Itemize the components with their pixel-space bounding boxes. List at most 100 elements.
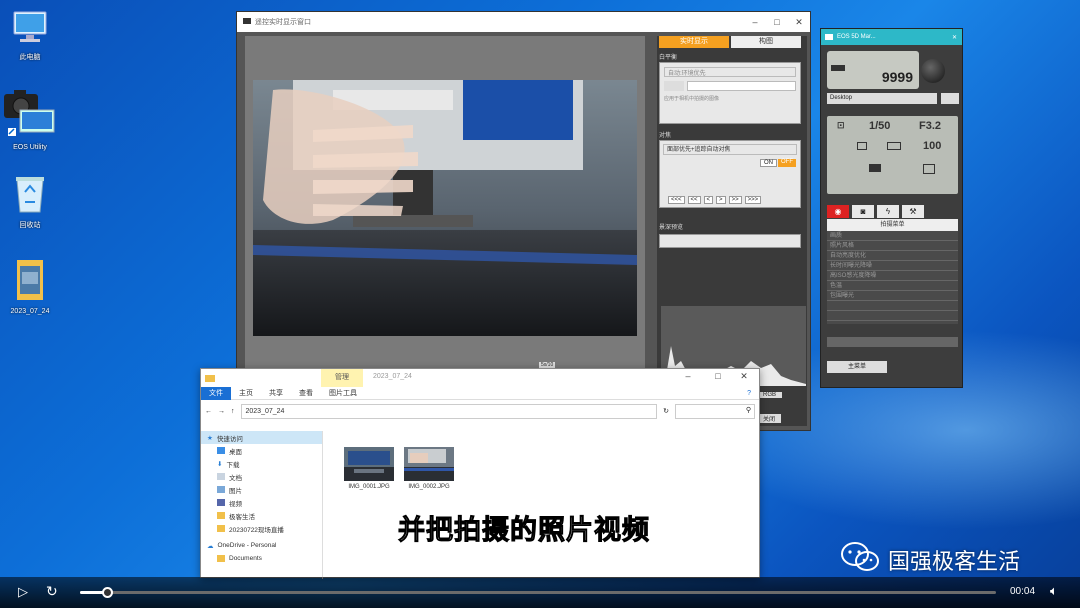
nav-label: OneDrive - Personal [217, 542, 277, 549]
iso-value[interactable]: 100 [923, 140, 941, 152]
nav-folder[interactable]: 20230722现场直播 [201, 522, 322, 535]
live-view-titlebar: 遥控实时显示窗口 – □ ✕ [237, 12, 810, 32]
white-balance-panel: 自动:环境优先 应用于相机中拍摄的图像 [659, 62, 801, 124]
focus-nav-button[interactable]: < [703, 196, 714, 204]
menu-row[interactable]: 照片风格 [827, 241, 958, 251]
aperture[interactable]: F3.2 [919, 120, 941, 132]
eos-close-icon[interactable]: ✕ [947, 34, 962, 41]
menu-row[interactable] [827, 311, 958, 321]
refresh-icon[interactable]: ↻ [663, 407, 669, 415]
maximize-button[interactable]: □ [707, 371, 729, 381]
eyedropper-icon[interactable] [664, 81, 684, 91]
menu-title: 拍摄菜单 [827, 219, 958, 231]
drive-mode-icon[interactable] [887, 142, 901, 150]
main-menu-button[interactable]: 主菜单 [827, 361, 887, 373]
nav-onedrive[interactable]: ☁ OneDrive - Personal [201, 539, 322, 552]
tab-flash-icon[interactable]: ϟ [877, 205, 899, 218]
back-arrow-icon[interactable]: ← [205, 408, 212, 415]
focus-nav-button[interactable]: > [716, 196, 726, 204]
minimize-button[interactable]: – [677, 371, 699, 381]
menu-row[interactable]: 色温 [827, 281, 958, 291]
replay-icon[interactable]: ↻ [46, 583, 58, 600]
nav-label: 极客生活 [229, 513, 255, 521]
nav-folder[interactable]: 极客生活 [201, 509, 322, 522]
metering-icon[interactable] [857, 142, 867, 150]
mode-dial-icon[interactable] [921, 59, 945, 83]
menu-row[interactable]: 长时间曝光降噪 [827, 261, 958, 271]
pc-transfer-icon[interactable] [923, 164, 935, 174]
star-icon: ★ [207, 434, 213, 442]
close-button[interactable]: ✕ [788, 17, 810, 28]
nav-desktop[interactable]: 桌面 [201, 444, 322, 457]
forward-arrow-icon[interactable]: → [218, 408, 225, 415]
focus-nav-button[interactable]: >>> [744, 196, 762, 204]
video-subtitle: 并把拍摄的照片视频 [398, 515, 650, 547]
manage-tab[interactable]: 管理 [321, 369, 363, 387]
address-bar[interactable]: 2023_07_24 [240, 403, 658, 419]
play-icon[interactable]: ▷ [18, 584, 28, 600]
nav-quick-access[interactable]: ★ 快速访问 [201, 431, 322, 444]
search-icon: ⚲ [745, 406, 751, 414]
menu-row[interactable] [827, 301, 958, 311]
live-view-area[interactable] [245, 36, 645, 376]
wb-checkbox-label[interactable]: 应用于相机中拍摄的图像 [664, 95, 796, 102]
live-view-close-button[interactable]: 关闭 [757, 414, 782, 423]
desktop-icon [217, 447, 225, 454]
nav-label: 视频 [229, 500, 242, 508]
quality-icon[interactable] [869, 164, 881, 172]
nav-downloads[interactable]: ⬇ 下载 [201, 457, 322, 470]
menu-row[interactable]: 高ISO感光度降噪 [827, 271, 958, 281]
menu-row[interactable]: 包围曝光 [827, 291, 958, 301]
help-icon[interactable]: ? [739, 390, 759, 397]
wb-select[interactable]: 自动:环境优先 [664, 67, 796, 77]
focus-mode-select[interactable]: 面部优先+追踪自动对焦 [663, 144, 797, 155]
ribbon-tab-home[interactable]: 主页 [231, 388, 261, 398]
depth-preview-panel[interactable] [659, 234, 801, 248]
close-button[interactable]: ✕ [733, 371, 755, 382]
tab-live-view[interactable]: 实时显示 [659, 36, 729, 48]
search-input[interactable]: ⚲ [675, 403, 755, 419]
af-on-button[interactable]: ON [760, 159, 777, 167]
video-icon [217, 499, 225, 506]
focus-nav-button[interactable]: >> [728, 196, 742, 204]
ribbon-tab-share[interactable]: 共享 [261, 388, 291, 398]
nav-videos[interactable]: 视频 [201, 496, 322, 509]
destination-select[interactable]: Desktop [827, 93, 937, 104]
histogram-rgb-button[interactable]: RGB [757, 392, 783, 398]
menu-row[interactable]: 自动亮度优化 [827, 251, 958, 261]
focus-nav-button[interactable]: << [687, 196, 701, 204]
focus-nav-button[interactable]: <<< [668, 196, 685, 204]
af-off-button[interactable]: OFF [778, 159, 796, 167]
minimize-button[interactable]: – [744, 17, 766, 27]
ribbon-tab-view[interactable]: 查看 [291, 388, 321, 398]
seek-bar[interactable] [80, 587, 996, 598]
desktop-icon-eos-utility[interactable]: EOS Utility [0, 88, 60, 151]
seek-handle[interactable] [102, 587, 114, 598]
shutter-speed[interactable]: 1/50 [869, 120, 890, 132]
menu-row[interactable]: 画质 [827, 231, 958, 241]
volume-icon[interactable]: 🔈︎ [1050, 583, 1058, 599]
wb-input[interactable] [687, 81, 796, 91]
tab-camera-settings-icon[interactable]: ◙ [852, 205, 874, 218]
nav-onedrive-documents[interactable]: Documents [201, 552, 322, 565]
up-arrow-icon[interactable]: ↑ [231, 408, 235, 415]
tab-shooting-icon[interactable]: ◉ [827, 205, 849, 218]
current-time: 00:04 [1010, 586, 1036, 597]
nav-documents[interactable]: 文档 [201, 470, 322, 483]
maximize-button[interactable]: □ [766, 17, 788, 27]
nav-pictures[interactable]: 图片 [201, 483, 322, 496]
section-depth-preview: 景深预览 [659, 225, 684, 231]
tab-composition[interactable]: 构图 [731, 36, 801, 48]
desktop-icon-this-pc[interactable]: 此电脑 [0, 10, 60, 62]
tab-tools-icon[interactable]: ⚒ [902, 205, 924, 218]
folder-icon [217, 512, 225, 519]
mode-icon[interactable]: ⊡ [837, 120, 845, 131]
file-item[interactable]: IMG_0001.JPG [343, 447, 395, 490]
battery-icon [831, 65, 845, 71]
folder-button[interactable] [941, 93, 959, 104]
ribbon-tab-picture-tools[interactable]: 图片工具 [321, 388, 365, 398]
desktop-icon-folder[interactable]: 2023_07_24 [0, 258, 60, 315]
ribbon-tab-file[interactable]: 文件 [201, 386, 231, 400]
file-item[interactable]: IMG_0002.JPG [403, 447, 455, 490]
desktop-icon-recycle-bin[interactable]: 回收站 [0, 174, 60, 230]
